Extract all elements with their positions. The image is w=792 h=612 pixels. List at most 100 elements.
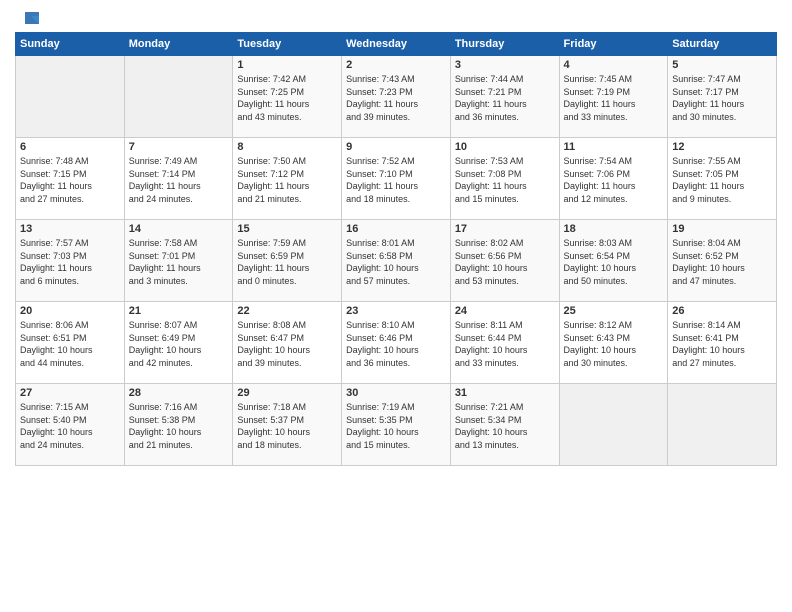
day-info: Sunrise: 8:11 AM Sunset: 6:44 PM Dayligh… xyxy=(455,319,555,369)
day-number: 25 xyxy=(564,305,664,317)
day-number: 12 xyxy=(672,141,772,153)
day-number: 16 xyxy=(346,223,446,235)
calendar-cell: 19 Sunrise: 8:04 AM Sunset: 6:52 PM Dayli… xyxy=(668,220,777,302)
day-number: 1 xyxy=(237,59,337,71)
day-info: Sunrise: 7:48 AM Sunset: 7:15 PM Dayligh… xyxy=(20,155,120,205)
calendar-cell xyxy=(16,56,125,138)
day-info: Sunrise: 7:18 AM Sunset: 5:37 PM Dayligh… xyxy=(237,401,337,451)
day-info: Sunrise: 7:43 AM Sunset: 7:23 PM Dayligh… xyxy=(346,73,446,123)
day-info: Sunrise: 7:21 AM Sunset: 5:34 PM Dayligh… xyxy=(455,401,555,451)
day-number: 13 xyxy=(20,223,120,235)
day-number: 30 xyxy=(346,387,446,399)
day-number: 27 xyxy=(20,387,120,399)
calendar-cell: 14Sunrise: 7:58 AM Sunset: 7:01 PM Dayli… xyxy=(124,220,233,302)
day-info: Sunrise: 7:55 AM Sunset: 7:05 PM Dayligh… xyxy=(672,155,772,205)
day-number: 10 xyxy=(455,141,555,153)
week-row-3: 13 Sunrise: 7:57 AM Sunset: 7:03 PM Dayli… xyxy=(16,220,777,302)
day-number: 9 xyxy=(346,141,446,153)
logo xyxy=(15,10,39,24)
day-info: Sunrise: 7:58 AM Sunset: 7:01 PM Dayligh… xyxy=(129,237,229,287)
calendar-cell: 10 Sunrise: 7:53 AM Sunset: 7:08 PM Dayli… xyxy=(450,138,559,220)
page-container: SundayMondayTuesdayWednesdayThursdayFrid… xyxy=(0,0,792,476)
week-row-4: 20 Sunrise: 8:06 AM Sunset: 6:51 PM Dayli… xyxy=(16,302,777,384)
day-info: Sunrise: 8:10 AM Sunset: 6:46 PM Dayligh… xyxy=(346,319,446,369)
day-number: 3 xyxy=(455,59,555,71)
calendar-cell: 26Sunrise: 8:14 AM Sunset: 6:41 PM Dayli… xyxy=(668,302,777,384)
week-row-1: 1 Sunrise: 7:42 AM Sunset: 7:25 PM Daylig… xyxy=(16,56,777,138)
calendar-cell: 25 Sunrise: 8:12 AM Sunset: 6:43 PM Dayli… xyxy=(559,302,668,384)
day-info: Sunrise: 7:52 AM Sunset: 7:10 PM Dayligh… xyxy=(346,155,446,205)
calendar-cell: 24Sunrise: 8:11 AM Sunset: 6:44 PM Dayli… xyxy=(450,302,559,384)
calendar-cell: 4 Sunrise: 7:45 AM Sunset: 7:19 PM Daylig… xyxy=(559,56,668,138)
calendar-cell: 17 Sunrise: 8:02 AM Sunset: 6:56 PM Dayli… xyxy=(450,220,559,302)
day-info: Sunrise: 8:02 AM Sunset: 6:56 PM Dayligh… xyxy=(455,237,555,287)
day-number: 5 xyxy=(672,59,772,71)
day-number: 4 xyxy=(564,59,664,71)
day-number: 23 xyxy=(346,305,446,317)
day-info: Sunrise: 8:14 AM Sunset: 6:41 PM Dayligh… xyxy=(672,319,772,369)
header xyxy=(15,10,777,24)
day-number: 28 xyxy=(129,387,229,399)
logo-icon xyxy=(17,10,39,28)
day-number: 22 xyxy=(237,305,337,317)
calendar-table: SundayMondayTuesdayWednesdayThursdayFrid… xyxy=(15,32,777,466)
calendar-cell: 3 Sunrise: 7:44 AM Sunset: 7:21 PM Daylig… xyxy=(450,56,559,138)
calendar-cell: 27 Sunrise: 7:15 AM Sunset: 5:40 PM Dayli… xyxy=(16,384,125,466)
day-info: Sunrise: 7:42 AM Sunset: 7:25 PM Dayligh… xyxy=(237,73,337,123)
day-info: Sunrise: 8:03 AM Sunset: 6:54 PM Dayligh… xyxy=(564,237,664,287)
column-header-thursday: Thursday xyxy=(450,33,559,56)
day-info: Sunrise: 7:57 AM Sunset: 7:03 PM Dayligh… xyxy=(20,237,120,287)
column-header-friday: Friday xyxy=(559,33,668,56)
day-info: Sunrise: 7:44 AM Sunset: 7:21 PM Dayligh… xyxy=(455,73,555,123)
calendar-cell: 28Sunrise: 7:16 AM Sunset: 5:38 PM Dayli… xyxy=(124,384,233,466)
column-header-wednesday: Wednesday xyxy=(342,33,451,56)
calendar-cell: 30 Sunrise: 7:19 AM Sunset: 5:35 PM Dayli… xyxy=(342,384,451,466)
calendar-cell: 8Sunrise: 7:50 AM Sunset: 7:12 PM Daylig… xyxy=(233,138,342,220)
day-number: 11 xyxy=(564,141,664,153)
day-number: 7 xyxy=(129,141,229,153)
calendar-cell: 1 Sunrise: 7:42 AM Sunset: 7:25 PM Daylig… xyxy=(233,56,342,138)
calendar-cell: 6 Sunrise: 7:48 AM Sunset: 7:15 PM Daylig… xyxy=(16,138,125,220)
day-number: 6 xyxy=(20,141,120,153)
calendar-cell: 21 Sunrise: 8:07 AM Sunset: 6:49 PM Dayli… xyxy=(124,302,233,384)
column-header-sunday: Sunday xyxy=(16,33,125,56)
day-info: Sunrise: 7:53 AM Sunset: 7:08 PM Dayligh… xyxy=(455,155,555,205)
day-number: 15 xyxy=(237,223,337,235)
day-info: Sunrise: 7:19 AM Sunset: 5:35 PM Dayligh… xyxy=(346,401,446,451)
column-header-saturday: Saturday xyxy=(668,33,777,56)
day-number: 2 xyxy=(346,59,446,71)
day-info: Sunrise: 7:59 AM Sunset: 6:59 PM Dayligh… xyxy=(237,237,337,287)
day-info: Sunrise: 7:15 AM Sunset: 5:40 PM Dayligh… xyxy=(20,401,120,451)
day-number: 29 xyxy=(237,387,337,399)
calendar-cell xyxy=(124,56,233,138)
day-number: 17 xyxy=(455,223,555,235)
day-info: Sunrise: 8:07 AM Sunset: 6:49 PM Dayligh… xyxy=(129,319,229,369)
calendar-cell: 13 Sunrise: 7:57 AM Sunset: 7:03 PM Dayli… xyxy=(16,220,125,302)
day-info: Sunrise: 8:12 AM Sunset: 6:43 PM Dayligh… xyxy=(564,319,664,369)
calendar-cell: 2 Sunrise: 7:43 AM Sunset: 7:23 PM Daylig… xyxy=(342,56,451,138)
calendar-cell: 31 Sunrise: 7:21 AM Sunset: 5:34 PM Dayli… xyxy=(450,384,559,466)
day-number: 8 xyxy=(237,141,337,153)
calendar-cell: 5Sunrise: 7:47 AM Sunset: 7:17 PM Daylig… xyxy=(668,56,777,138)
day-number: 19 xyxy=(672,223,772,235)
header-row: SundayMondayTuesdayWednesdayThursdayFrid… xyxy=(16,33,777,56)
calendar-cell: 18 Sunrise: 8:03 AM Sunset: 6:54 PM Dayli… xyxy=(559,220,668,302)
calendar-cell xyxy=(559,384,668,466)
day-number: 21 xyxy=(129,305,229,317)
calendar-cell: 16 Sunrise: 8:01 AM Sunset: 6:58 PM Dayli… xyxy=(342,220,451,302)
calendar-cell: 12 Sunrise: 7:55 AM Sunset: 7:05 PM Dayli… xyxy=(668,138,777,220)
week-row-5: 27 Sunrise: 7:15 AM Sunset: 5:40 PM Dayli… xyxy=(16,384,777,466)
day-info: Sunrise: 8:06 AM Sunset: 6:51 PM Dayligh… xyxy=(20,319,120,369)
day-number: 31 xyxy=(455,387,555,399)
day-number: 20 xyxy=(20,305,120,317)
column-header-monday: Monday xyxy=(124,33,233,56)
calendar-cell: 23 Sunrise: 8:10 AM Sunset: 6:46 PM Dayli… xyxy=(342,302,451,384)
day-info: Sunrise: 8:01 AM Sunset: 6:58 PM Dayligh… xyxy=(346,237,446,287)
day-info: Sunrise: 7:45 AM Sunset: 7:19 PM Dayligh… xyxy=(564,73,664,123)
calendar-cell: 11Sunrise: 7:54 AM Sunset: 7:06 PM Dayli… xyxy=(559,138,668,220)
day-number: 18 xyxy=(564,223,664,235)
day-info: Sunrise: 8:04 AM Sunset: 6:52 PM Dayligh… xyxy=(672,237,772,287)
calendar-cell: 29 Sunrise: 7:18 AM Sunset: 5:37 PM Dayli… xyxy=(233,384,342,466)
calendar-cell: 9 Sunrise: 7:52 AM Sunset: 7:10 PM Daylig… xyxy=(342,138,451,220)
week-row-2: 6 Sunrise: 7:48 AM Sunset: 7:15 PM Daylig… xyxy=(16,138,777,220)
